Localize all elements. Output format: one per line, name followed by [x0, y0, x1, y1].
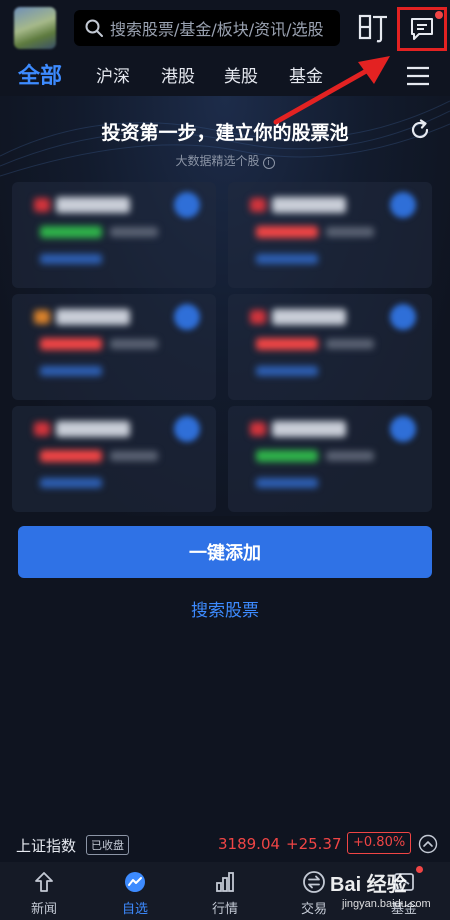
stock-pool-panel: 投资第一步，建立你的股票池 大数据精选个股 i: [0, 96, 450, 516]
search-stock-link[interactable]: 搜索股票: [0, 596, 450, 621]
avatar[interactable]: [14, 7, 56, 49]
search-bar[interactable]: 搜索股票/基金/板块/资讯/选股: [74, 10, 340, 46]
market-status-badge: 已收盘: [86, 835, 129, 855]
nav-label: 自选: [121, 902, 148, 917]
message-button[interactable]: [397, 7, 447, 51]
search-icon: [85, 19, 103, 37]
baidu-watermark: Bai 经验 jingyan.baidu.com: [330, 868, 450, 920]
add-all-button[interactable]: 一键添加: [18, 526, 432, 578]
nav-news[interactable]: 新闻: [4, 862, 84, 920]
tab-us[interactable]: 美股: [224, 62, 258, 87]
pin-icon[interactable]: [358, 12, 388, 44]
index-change: +25.37: [286, 835, 342, 853]
index-change-percent: +0.80%: [347, 832, 412, 854]
watchlist-icon: [125, 872, 145, 892]
tab-all[interactable]: 全部: [18, 58, 62, 90]
nav-label: 行情: [211, 902, 238, 917]
pool-subtitle-text: 大数据精选个股: [175, 154, 260, 168]
nav-market[interactable]: 行情: [185, 862, 265, 920]
stock-card-grid: [12, 182, 432, 512]
index-name: 上证指数: [16, 837, 77, 855]
message-icon: [411, 18, 433, 40]
market-icon: [216, 872, 234, 892]
tab-hushen[interactable]: 沪深: [96, 62, 130, 87]
top-bar: 搜索股票/基金/板块/资讯/选股: [0, 0, 450, 56]
stock-card[interactable]: [228, 406, 432, 512]
add-stock-icon[interactable]: [390, 416, 416, 442]
stock-card[interactable]: [228, 182, 432, 288]
pool-subtitle: 大数据精选个股 i: [0, 152, 450, 169]
menu-icon[interactable]: [404, 64, 432, 88]
refresh-icon[interactable]: [408, 118, 432, 142]
info-icon[interactable]: i: [262, 157, 275, 169]
stock-card[interactable]: [12, 182, 216, 288]
stock-card[interactable]: [228, 294, 432, 400]
search-placeholder: 搜索股票/基金/板块/资讯/选股: [110, 20, 324, 39]
watermark-logo: Bai 经验: [330, 874, 407, 896]
stock-card[interactable]: [12, 294, 216, 400]
nav-watchlist[interactable]: 自选: [95, 862, 175, 920]
notification-dot: [435, 11, 443, 19]
tab-hk[interactable]: 港股: [161, 62, 195, 87]
chevron-up-icon[interactable]: [418, 834, 438, 854]
trade-icon: [303, 871, 325, 893]
index-price: 3189.04: [218, 835, 281, 853]
annotation-arrow: [273, 56, 390, 125]
news-icon: [35, 872, 53, 892]
add-stock-icon[interactable]: [390, 192, 416, 218]
add-stock-icon[interactable]: [174, 416, 200, 442]
add-stock-icon[interactable]: [174, 304, 200, 330]
stock-card[interactable]: [12, 406, 216, 512]
add-stock-icon[interactable]: [390, 304, 416, 330]
watermark-url: jingyan.baidu.com: [342, 898, 431, 910]
add-stock-icon[interactable]: [174, 192, 200, 218]
index-ticker[interactable]: 上证指数 已收盘 3189.04 +25.37 +0.80%: [0, 828, 450, 862]
nav-label: 新闻: [30, 902, 57, 917]
